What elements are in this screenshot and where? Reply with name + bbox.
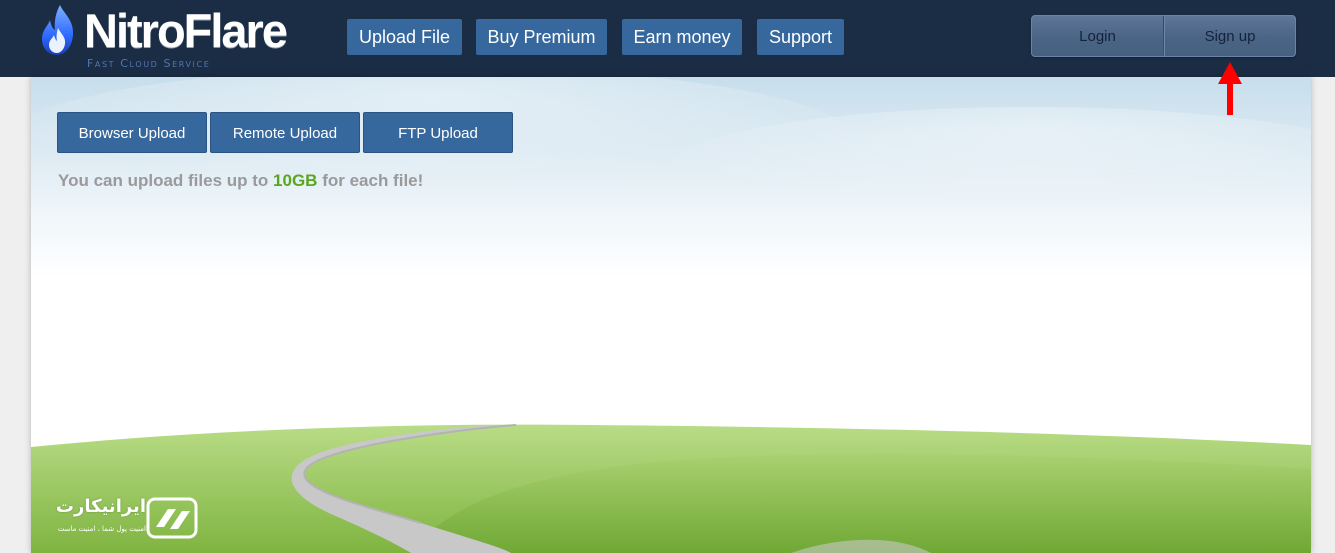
nav-buy-premium[interactable]: Buy Premium <box>476 19 607 55</box>
signup-button[interactable]: Sign up <box>1165 16 1295 56</box>
watermark-subtitle: امنیت پول شما ، امنیت ماست <box>57 525 146 533</box>
upload-limit-text: You can upload files up to 10GB for each… <box>58 171 423 191</box>
watermark-logo: ایرانیکارت امنیت پول شما ، امنیت ماست <box>42 494 202 542</box>
tab-browser-upload[interactable]: Browser Upload <box>57 112 207 153</box>
upload-panel: Browser Upload Remote Upload FTP Upload … <box>31 77 1311 553</box>
watermark-title: ایرانیکارت <box>55 496 146 517</box>
tab-ftp-upload[interactable]: FTP Upload <box>363 112 513 153</box>
site-header: NitroFlare Fast Cloud Service Upload Fil… <box>0 0 1335 77</box>
upload-limit-value: 10GB <box>273 171 318 190</box>
nav-support[interactable]: Support <box>757 19 844 55</box>
nav-upload-file[interactable]: Upload File <box>347 19 462 55</box>
logo-wordmark: NitroFlare <box>84 4 288 57</box>
tab-remote-upload[interactable]: Remote Upload <box>210 112 360 153</box>
card-logo-icon <box>146 497 198 539</box>
upload-limit-suffix: for each file! <box>322 171 424 190</box>
login-button[interactable]: Login <box>1032 16 1163 56</box>
auth-buttons: Login Sign up <box>1031 15 1296 57</box>
upload-limit-prefix: You can upload files up to <box>58 171 269 190</box>
red-arrow-up-icon <box>1218 62 1242 115</box>
nav-earn-money[interactable]: Earn money <box>622 19 742 55</box>
flame-icon <box>42 5 74 55</box>
logo-tagline: Fast Cloud Service <box>87 57 211 70</box>
site-logo[interactable]: NitroFlare Fast Cloud Service <box>40 2 300 72</box>
